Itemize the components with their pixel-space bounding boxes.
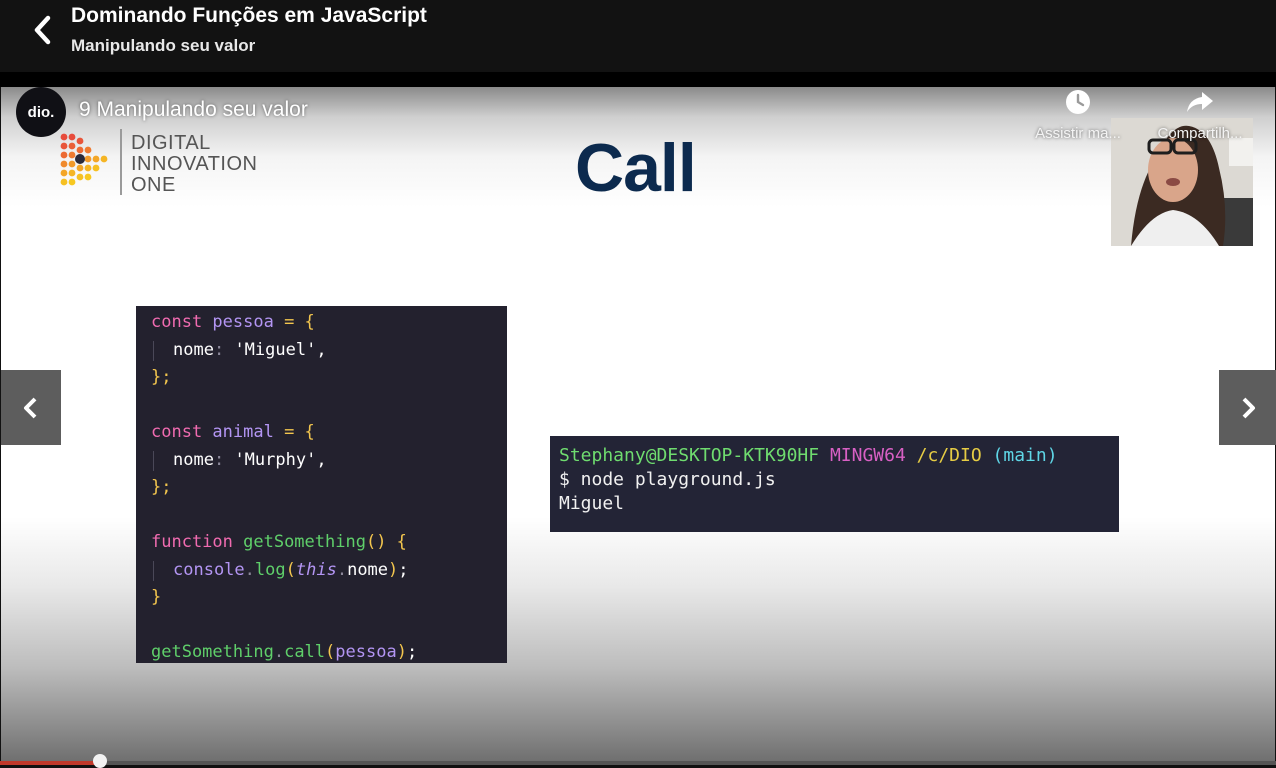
share-arrow-icon — [1187, 92, 1213, 112]
code-token: . — [273, 642, 285, 662]
code-line: getSomething.call(pessoa); — [136, 639, 507, 667]
clock-icon — [1066, 90, 1090, 114]
code-token: : — [213, 339, 235, 360]
terminal-user: Stephany@DESKTOP-KTK90HF — [559, 445, 820, 466]
chevron-left-icon — [24, 397, 37, 418]
video-progress-fill — [0, 761, 100, 765]
dio-logo-mark-icon — [60, 133, 108, 186]
code-token: ( — [285, 559, 296, 580]
code-token: ( — [325, 642, 336, 662]
code-token: const — [151, 422, 213, 442]
code-token: , — [316, 449, 327, 470]
code-line: const animal = { — [136, 419, 507, 447]
dio-logo: DIGITAL INNOVATION ONE — [56, 127, 286, 197]
video-player[interactable]: DIGITAL INNOVATION ONE Call const pessoa… — [1, 87, 1275, 763]
code-token: 'Miguel' — [234, 339, 317, 360]
terminal-command: $ node playground.js — [559, 469, 776, 490]
code-token: = { — [284, 422, 315, 442]
code-line: nome: 'Miguel', — [136, 337, 507, 365]
code-token: call — [284, 642, 326, 662]
logo-line: INNOVATION — [131, 153, 258, 175]
code-token: }; — [151, 367, 172, 387]
lesson-header: Dominando Funções em JavaScript Manipula… — [0, 0, 1276, 72]
code-line: }; — [136, 364, 507, 392]
code-token: getSomething — [151, 642, 274, 662]
code-line: } — [136, 584, 507, 612]
channel-avatar[interactable]: dio. — [16, 87, 66, 137]
code-line: }; — [136, 474, 507, 502]
code-token: ) — [388, 559, 399, 580]
code-line: console.log(this.nome); — [136, 557, 507, 585]
share-label: Compartilh... — [1157, 125, 1243, 142]
code-line: const pessoa = { — [136, 309, 507, 337]
code-token: getSomething — [243, 532, 366, 552]
code-token: pessoa — [212, 312, 285, 332]
header-divider — [0, 72, 1276, 87]
share-button[interactable]: Compartilh... — [1147, 87, 1253, 142]
lesson-subtitle: Manipulando seu valor — [71, 36, 256, 55]
code-snippet: const pessoa = {nome: 'Miguel',}; const a… — [136, 306, 507, 663]
code-token: . — [336, 559, 348, 580]
code-token: () { — [365, 532, 407, 552]
course-title: Dominando Funções em JavaScript — [71, 4, 427, 27]
previous-lesson-button[interactable] — [1, 370, 61, 445]
code-token: = { — [284, 312, 315, 332]
code-line: function getSomething() { — [136, 529, 507, 557]
watch-later-label: Assistir ma... — [1035, 125, 1121, 142]
code-token: } — [151, 587, 162, 607]
terminal-system: MINGW64 — [829, 445, 906, 466]
code-token: . — [244, 559, 255, 580]
terminal-branch: (main) — [992, 445, 1058, 466]
code-token: 'Murphy' — [234, 449, 317, 470]
logo-line: DIGITAL — [131, 132, 211, 154]
code-line: nome: 'Murphy', — [136, 447, 507, 475]
code-token: ; — [398, 559, 409, 580]
code-token: ) — [396, 642, 407, 662]
watch-later-button[interactable]: Assistir ma... — [1026, 87, 1130, 142]
logo-text: DIGITAL INNOVATION ONE — [131, 133, 257, 196]
code-token: }; — [151, 477, 172, 497]
code-token: animal — [212, 422, 285, 442]
channel-avatar-text: dio. — [27, 103, 55, 121]
code-token: const — [151, 312, 213, 332]
code-token: console — [173, 559, 245, 580]
video-progress-scrubber[interactable] — [92, 754, 107, 768]
chevron-right-icon — [1242, 397, 1255, 418]
back-button[interactable] — [26, 12, 60, 48]
code-token: : — [213, 449, 235, 470]
code-token: ; — [406, 642, 418, 662]
logo-line: ONE — [131, 174, 176, 196]
code-token: nome — [347, 559, 389, 580]
code-token: log — [254, 559, 286, 580]
logo-divider — [120, 129, 122, 195]
next-lesson-button[interactable] — [1219, 370, 1276, 445]
video-progress-bar[interactable] — [0, 754, 1276, 768]
code-token: , — [316, 339, 327, 360]
terminal-prompt: Stephany@DESKTOP-KTK90HF MINGW64 /c/DIO … — [559, 444, 1110, 468]
code-token: pessoa — [335, 642, 397, 662]
code-token: nome — [173, 449, 214, 470]
chevron-left-icon — [34, 15, 51, 45]
code-token: function — [151, 532, 244, 552]
slide-title: Call — [575, 130, 697, 206]
terminal-output: Stephany@DESKTOP-KTK90HF MINGW64 /c/DIO … — [550, 436, 1119, 532]
video-title[interactable]: 9 Manipulando seu valor — [79, 98, 308, 122]
terminal-path: /c/DIO — [916, 445, 982, 466]
code-token: this — [295, 559, 337, 580]
code-token: nome — [173, 339, 214, 360]
terminal-result: Miguel — [559, 493, 625, 514]
